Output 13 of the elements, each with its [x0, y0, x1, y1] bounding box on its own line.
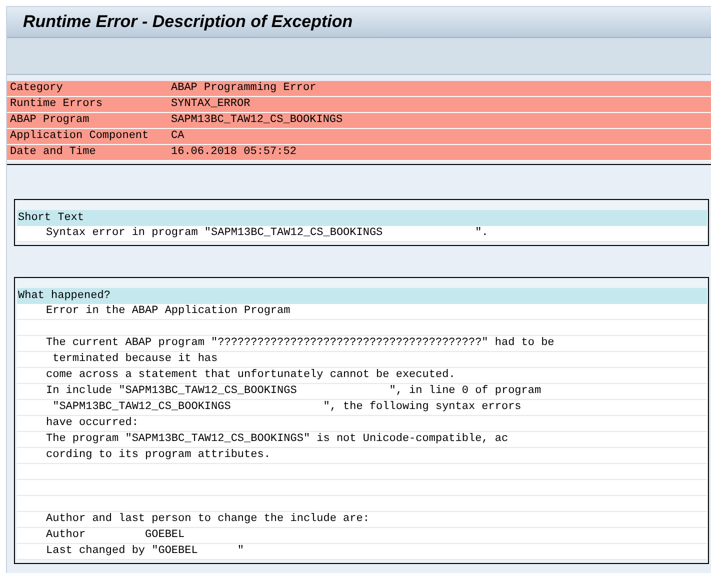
- info-label: Application Component: [10, 129, 150, 144]
- section-header: What happened?: [17, 288, 707, 304]
- info-label: ABAP Program: [10, 113, 90, 128]
- info-label: Date and Time: [10, 145, 97, 160]
- info-label: Category: [10, 81, 64, 96]
- info-value: SAPM13BC_TAW12_CS_BOOKINGS: [171, 113, 343, 128]
- info-value: 16.06.2018 05:57:52: [171, 145, 296, 160]
- info-value: SYNTAX_ERROR: [171, 97, 250, 112]
- info-value: ABAP Programming Error: [171, 81, 316, 96]
- section-header: Short Text: [17, 210, 707, 226]
- info-label: Runtime Errors: [10, 97, 104, 112]
- window-title: Runtime Error - Description of Exception: [23, 11, 353, 34]
- info-value: CA: [171, 129, 184, 144]
